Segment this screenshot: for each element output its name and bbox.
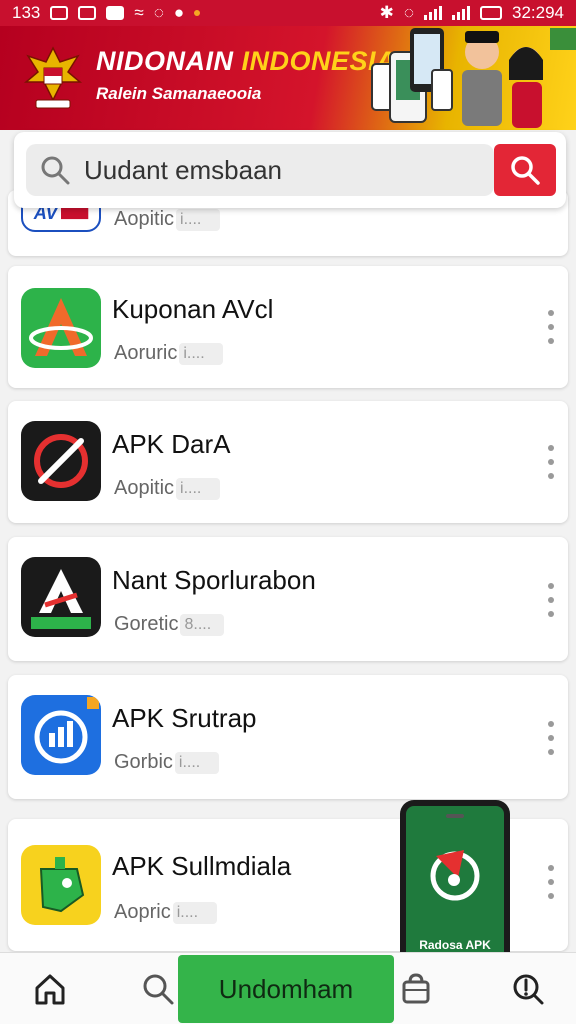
header-banner: NIDONAIN INDONESIA Ralein Samanaeooia — [0, 26, 576, 130]
app-name: APK Srutrap — [112, 703, 257, 733]
app-meta: Gorbic i.... — [114, 751, 219, 774]
location-icon: ● — [173, 3, 185, 22]
a-letter-app-icon — [21, 288, 101, 368]
app-meta: Goretic 8.... — [114, 613, 225, 636]
search-button[interactable] — [494, 144, 556, 196]
green-tag-app-icon — [21, 845, 101, 925]
banner-subtitle: Ralein Samanaeooia — [96, 84, 262, 103]
promo-emblem-icon — [430, 814, 480, 901]
wifi-signal-icon: ◌ — [403, 3, 414, 22]
more-options-icon[interactable] — [544, 583, 558, 617]
status-bar: 133 ≈ ◌ ● ✱ ◌ 32:294 — [0, 0, 576, 26]
list-item[interactable]: Kuponan AVcl Aoruric i.... — [8, 266, 568, 388]
primary-button-label: Undomham — [218, 973, 354, 1004]
banner-title-part1: NIDONAIN — [96, 46, 234, 76]
status-left-text: 133 — [12, 3, 41, 22]
message-icon — [78, 6, 97, 20]
search-input[interactable]: Uudant emsbaan — [26, 144, 494, 196]
dot-icon — [194, 10, 201, 16]
more-options-icon[interactable] — [544, 310, 558, 344]
search-bar: Uudant emsbaan — [14, 132, 566, 208]
list-item[interactable]: APK DarA Aopitic i.... — [8, 401, 568, 523]
more-options-icon[interactable] — [544, 865, 558, 899]
app-name: Nant Sporlurabon — [112, 565, 316, 595]
wifi-calling-icon: ≈ — [134, 3, 144, 22]
banner-illustration-icon — [371, 28, 576, 128]
signal-icon — [424, 6, 442, 20]
notification-icon — [50, 6, 69, 20]
promo-phone-label: Radosa APK — [419, 938, 491, 952]
banner-title: NIDONAIN INDONESIA — [96, 46, 396, 77]
promo-phone[interactable]: Radosa APK — [400, 800, 510, 960]
app-name: APK DarA — [112, 429, 231, 459]
search-nav-icon[interactable] — [140, 971, 176, 1007]
app-meta: Aopitic i.... — [114, 477, 221, 500]
discover-icon[interactable] — [510, 971, 546, 1007]
status-time: 32:294 — [512, 3, 564, 22]
more-options-icon[interactable] — [544, 721, 558, 755]
signal-2-icon — [452, 6, 470, 20]
garuda-emblem-icon — [23, 46, 83, 109]
search-input-value: Uudant emsbaan — [84, 154, 283, 185]
app-name: APK Sullmdiala — [112, 851, 292, 881]
bag-icon[interactable] — [398, 971, 434, 1007]
more-options-icon[interactable] — [544, 445, 558, 479]
app-meta: Aopitic i.... — [114, 208, 221, 231]
app-meta: Aopric i.... — [114, 901, 217, 924]
wifi-icon: ◌ — [153, 3, 164, 22]
app-meta: Aoruric i.... — [114, 342, 224, 365]
app-name: Kuponan AVcl — [112, 294, 274, 324]
app-notification-icon — [106, 6, 125, 20]
bluetooth-icon: ✱ — [379, 3, 394, 22]
battery-icon — [480, 6, 502, 20]
primary-download-button[interactable]: Undomham — [178, 955, 394, 1023]
no-sign-app-icon — [21, 421, 101, 501]
search-icon — [511, 156, 540, 185]
chart-app-icon — [21, 695, 101, 775]
search-icon — [41, 156, 70, 185]
list-item[interactable]: Nant Sporlurabon Goretic 8.... — [8, 537, 568, 661]
bottom-navigation: Undomham — [0, 952, 576, 1024]
home-icon[interactable] — [32, 971, 68, 1007]
promo-phone-screen: Radosa APK — [406, 806, 504, 960]
list-item[interactable]: APK Srutrap Gorbic i.... — [8, 675, 568, 799]
a-shield-app-icon — [21, 557, 101, 637]
